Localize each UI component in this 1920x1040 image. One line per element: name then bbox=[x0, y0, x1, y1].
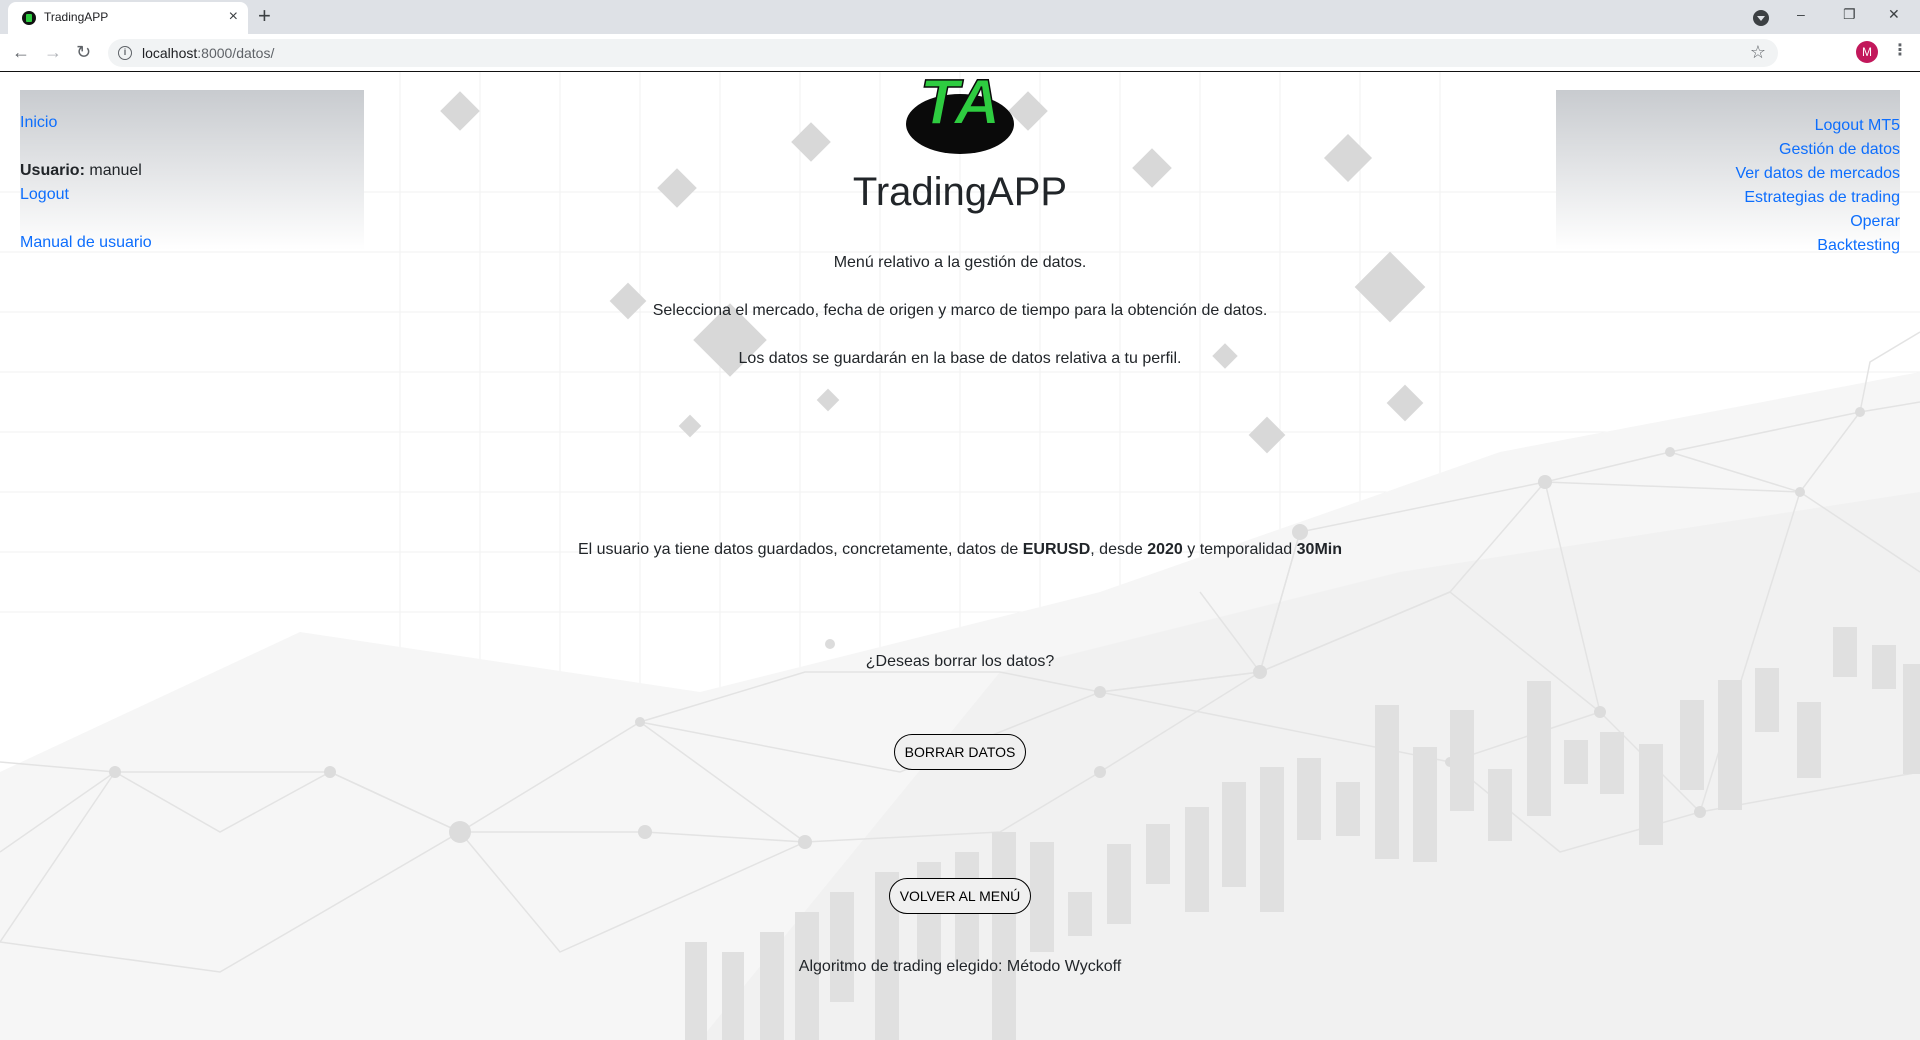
new-tab-button[interactable]: + bbox=[258, 4, 271, 28]
back-arrow-icon[interactable]: ← bbox=[12, 42, 30, 62]
back-to-menu-button[interactable]: VOLVER AL MENÚ bbox=[889, 878, 1031, 914]
page-title: TradingAPP bbox=[852, 170, 1068, 214]
bookmark-star-icon[interactable]: ☆ bbox=[1750, 42, 1766, 63]
page-content: Inicio Usuario: manuel Logout Manual de … bbox=[0, 72, 1920, 1040]
intro-line-3: Los datos se guardarán en la base de dat… bbox=[738, 350, 1182, 367]
user-manual-link[interactable]: Manual de usuario bbox=[20, 234, 152, 252]
selected-algorithm: Algoritmo de trading elegido: Método Wyc… bbox=[798, 958, 1122, 975]
logo-text: TA bbox=[920, 78, 1001, 138]
restore-button[interactable]: ❐ bbox=[1843, 6, 1856, 23]
timeframe-value: 30Min bbox=[1296, 541, 1342, 558]
home-link[interactable]: Inicio bbox=[20, 114, 57, 132]
delete-question: ¿Deseas borrar los datos? bbox=[865, 653, 1055, 670]
tab-search-icon[interactable] bbox=[1753, 10, 1769, 26]
forward-arrow-icon[interactable]: → bbox=[44, 42, 62, 62]
browser-tab[interactable]: TradingAPP × bbox=[8, 2, 248, 34]
tab-strip: TradingAPP × + – ❐ ✕ bbox=[0, 0, 1920, 34]
url-text: localhost:8000/datos/ bbox=[142, 45, 275, 61]
app-logo: TA bbox=[906, 78, 1014, 154]
market-value: EURUSD bbox=[1022, 541, 1091, 558]
tab-close-icon[interactable]: × bbox=[229, 8, 238, 26]
favicon-icon bbox=[22, 11, 36, 25]
info-icon[interactable]: i bbox=[118, 46, 132, 60]
browser-chrome: TradingAPP × + – ❐ ✕ ← → ↻ i localhost:8… bbox=[0, 0, 1920, 72]
minimize-button[interactable]: – bbox=[1797, 6, 1805, 22]
address-bar[interactable]: i localhost:8000/datos/ ☆ bbox=[108, 39, 1778, 67]
tab-title: TradingAPP bbox=[44, 10, 109, 24]
saved-data-status: El usuario ya tiene datos guardados, con… bbox=[577, 541, 1342, 558]
delete-data-button[interactable]: BORRAR DATOS bbox=[894, 734, 1026, 770]
nav-logout-mt5[interactable]: Logout MT5 bbox=[1735, 114, 1900, 138]
intro-line-2: Selecciona el mercado, fecha de origen y… bbox=[652, 302, 1268, 319]
browser-toolbar: ← → ↻ i localhost:8000/datos/ ☆ M ⋮ bbox=[0, 34, 1920, 72]
nav-data-management[interactable]: Gestión de datos bbox=[1735, 138, 1900, 162]
reload-icon[interactable]: ↻ bbox=[76, 42, 91, 62]
profile-avatar[interactable]: M bbox=[1856, 41, 1878, 63]
browser-menu-icon[interactable]: ⋮ bbox=[1892, 42, 1908, 60]
close-window-button[interactable]: ✕ bbox=[1888, 6, 1900, 23]
intro-line-1: Menú relativo a la gestión de datos. bbox=[833, 254, 1087, 271]
year-value: 2020 bbox=[1147, 541, 1183, 558]
